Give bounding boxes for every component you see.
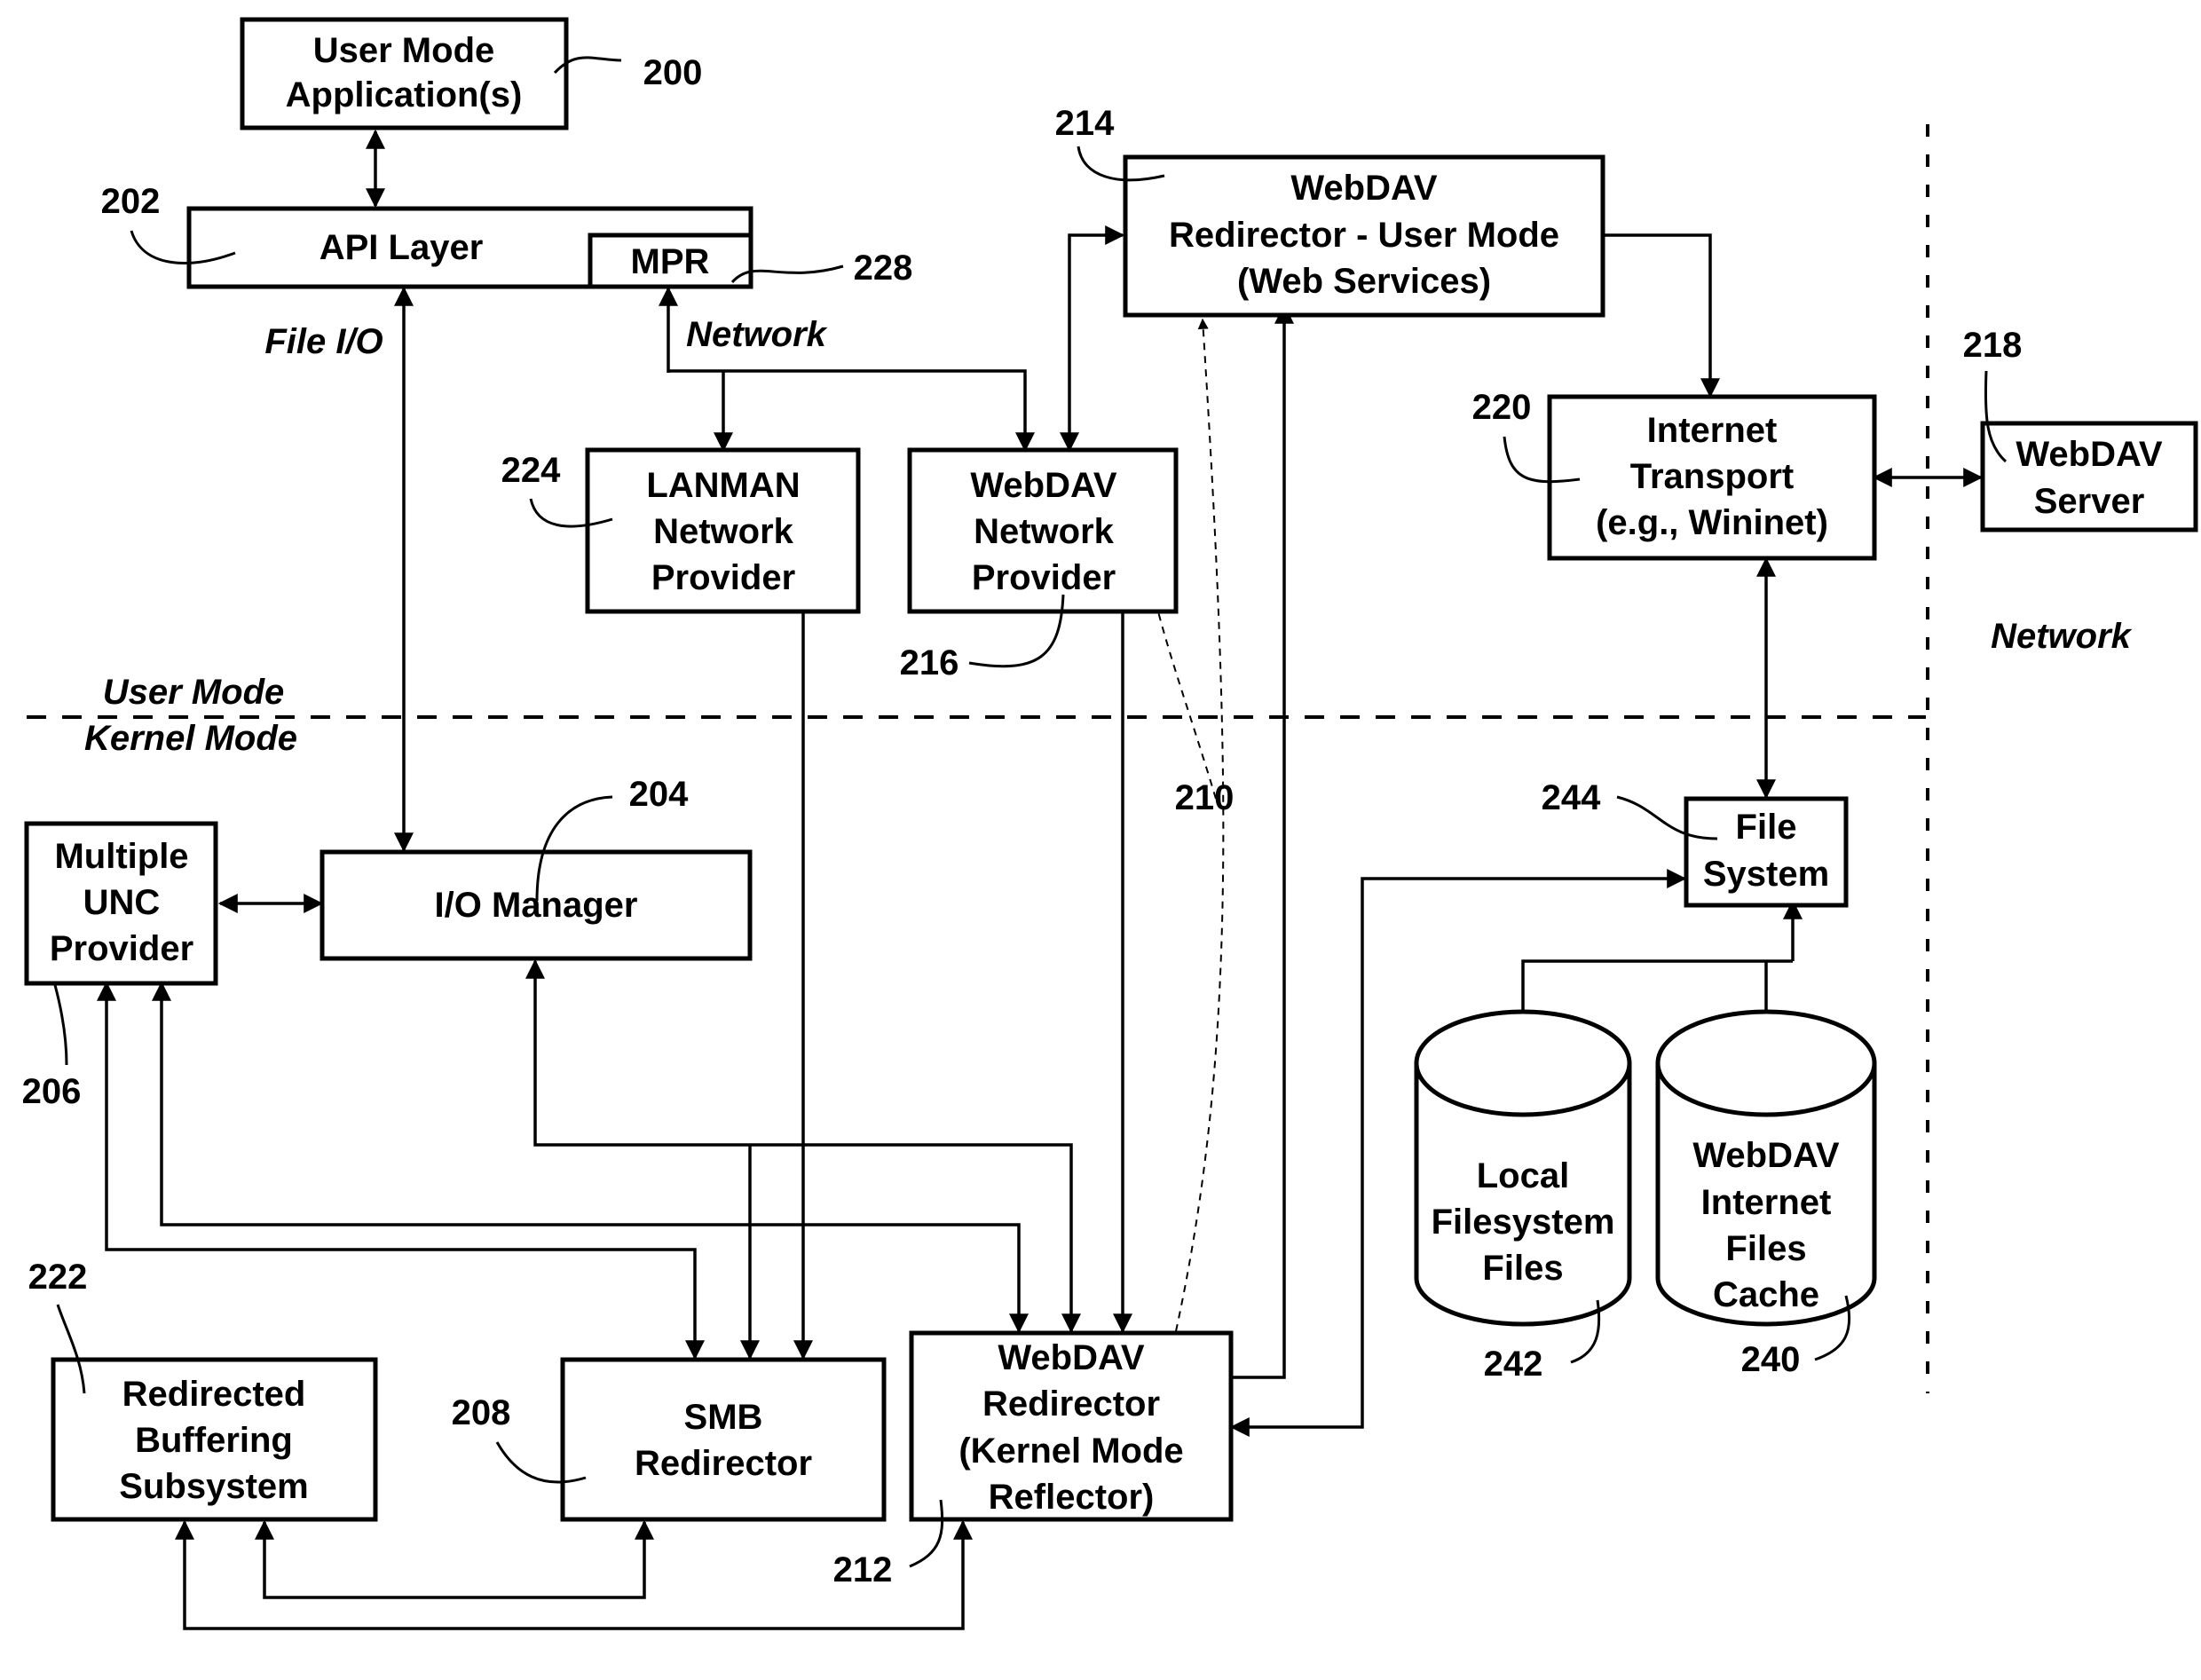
box-label-line: Redirector <box>635 1444 812 1483</box>
box-label-line: Provider <box>651 558 795 597</box>
mpr-box: MPR <box>588 233 753 289</box>
box-label-line: WebDAV <box>998 1338 1145 1377</box>
smb-redirector-box: SMB Redirector <box>560 1357 887 1522</box>
ref-222: 222 <box>28 1258 88 1297</box>
diagram-canvas: User Mode Application(s) API Layer MPR W… <box>0 0 2201 1680</box>
box-label-line: WebDAV <box>1290 169 1438 208</box>
ref-210: 210 <box>1175 778 1235 817</box>
box-label-line: Provider <box>50 929 193 968</box>
ref-208: 208 <box>452 1393 511 1432</box>
box-label-line: Redirector - User Mode <box>1169 216 1559 255</box>
box-label-line: Reflector) <box>989 1478 1155 1517</box>
ref-240: 240 <box>1741 1340 1801 1379</box>
box-label-line: UNC <box>83 883 161 922</box>
box-label-line: Transport <box>1630 457 1794 496</box>
box-label-line: Multiple <box>54 837 188 876</box>
ref-228: 228 <box>854 248 913 288</box>
arrow-unc-kernel-redirector <box>152 981 1029 1334</box>
box-label-line: WebDAV <box>970 466 1117 505</box>
box-label-line: Network <box>653 512 794 551</box>
box-label-line: File <box>1736 808 1797 847</box>
box-label-line: Files <box>1725 1229 1806 1268</box>
box-label-line: Buffering <box>135 1421 293 1460</box>
ref-212: 212 <box>833 1550 893 1589</box>
box-label-line: Network <box>974 512 1115 551</box>
io-manager-box: I/O Manager <box>320 849 753 961</box>
webdav-network-provider-box: WebDAV Network Provider <box>907 447 1179 614</box>
box-label-line: Provider <box>972 558 1116 597</box>
box-label-line: Redirected <box>122 1375 306 1414</box>
ref-204: 204 <box>629 775 689 814</box>
user-mode-label: User Mode <box>103 673 285 712</box>
arrow-buffering-smb <box>255 1519 654 1599</box>
ref-200: 200 <box>643 53 703 92</box>
webdav-user-mode-redirector-box: WebDAV Redirector - User Mode (Web Servi… <box>1123 154 1605 318</box>
user-mode-applications-box: User Mode Application(s) <box>240 17 569 130</box>
local-filesystem-files-cylinder: Local Filesystem Files <box>1414 1009 1632 1327</box>
webdav-internet-files-cache-cylinder: WebDAV Internet Files Cache <box>1655 1009 1877 1327</box>
box-label-line: Server <box>2034 482 2145 521</box>
kernel-mode-label: Kernel Mode <box>84 719 297 758</box>
box-label-line: Local <box>1477 1156 1569 1195</box>
box-label-line: System <box>1703 855 1829 894</box>
box-label-line: Cache <box>1713 1275 1819 1314</box>
ref-214: 214 <box>1055 104 1115 143</box>
box-label-line: LANMAN <box>646 466 800 505</box>
box-label-line: Internet <box>1701 1183 1832 1222</box>
box-label-line: Files <box>1482 1249 1563 1288</box>
box-label-line: Application(s) <box>286 75 523 114</box>
ref-218: 218 <box>1963 326 2023 365</box>
webdav-architecture-diagram: User Mode Application(s) API Layer MPR W… <box>22 17 2198 1630</box>
box-label-line: (Web Services) <box>1237 262 1491 301</box>
ref-220: 220 <box>1472 388 1532 427</box>
arrow-redirector-transport <box>1605 233 1720 398</box>
mpr-label: MPR <box>631 242 710 281</box>
network-path-label: Network <box>686 315 828 354</box>
ref-206: 206 <box>22 1072 82 1111</box>
box-label-line: (Kernel Mode <box>958 1432 1183 1471</box>
redirected-buffering-subsystem-box: Redirected Buffering Subsystem <box>51 1357 378 1522</box>
arrow-provider-user-redirector <box>1060 225 1125 453</box>
network-zone-label: Network <box>1991 617 2133 656</box>
ref-202: 202 <box>101 182 161 221</box>
ref-244: 244 <box>1542 778 1601 817</box>
box-label-line: SMB <box>684 1398 763 1437</box>
box-label-line: WebDAV <box>2016 435 2163 474</box>
file-system-box: File System <box>1684 796 1849 908</box>
box-label-line: Internet <box>1647 411 1778 450</box>
ref-242: 242 <box>1484 1345 1543 1384</box>
box-label-line: User Mode <box>313 31 495 70</box>
file-io-label: File I/O <box>264 322 383 361</box>
box-label-line: Redirector <box>982 1384 1160 1424</box>
multiple-unc-provider-box: Multiple UNC Provider <box>24 821 218 986</box>
box-label-line: Subsystem <box>119 1467 308 1506</box>
box-label-line: (e.g., Wininet) <box>1596 503 1828 542</box>
webdav-server-box: WebDAV Server <box>1980 421 2198 532</box>
dotted-path-210-user <box>1175 318 1225 1332</box>
box-label-line: WebDAV <box>1692 1136 1840 1175</box>
arrow-kernel-to-user-redirector <box>1232 304 1294 1379</box>
api-layer-label: API Layer <box>320 228 484 267</box>
webdav-kernel-mode-redirector-box: WebDAV Redirector (Kernel Mode Reflector… <box>909 1330 1234 1522</box>
internet-transport-box: Internet Transport (e.g., Wininet) <box>1547 394 1877 561</box>
lanman-network-provider-box: LANMAN Network Provider <box>585 447 861 614</box>
ref-216: 216 <box>900 643 959 682</box>
ref-224: 224 <box>501 451 561 490</box>
arrow-unc-smb <box>97 981 705 1361</box>
leader-206 <box>53 984 68 1066</box>
box-label-line: Filesystem <box>1432 1203 1615 1242</box>
